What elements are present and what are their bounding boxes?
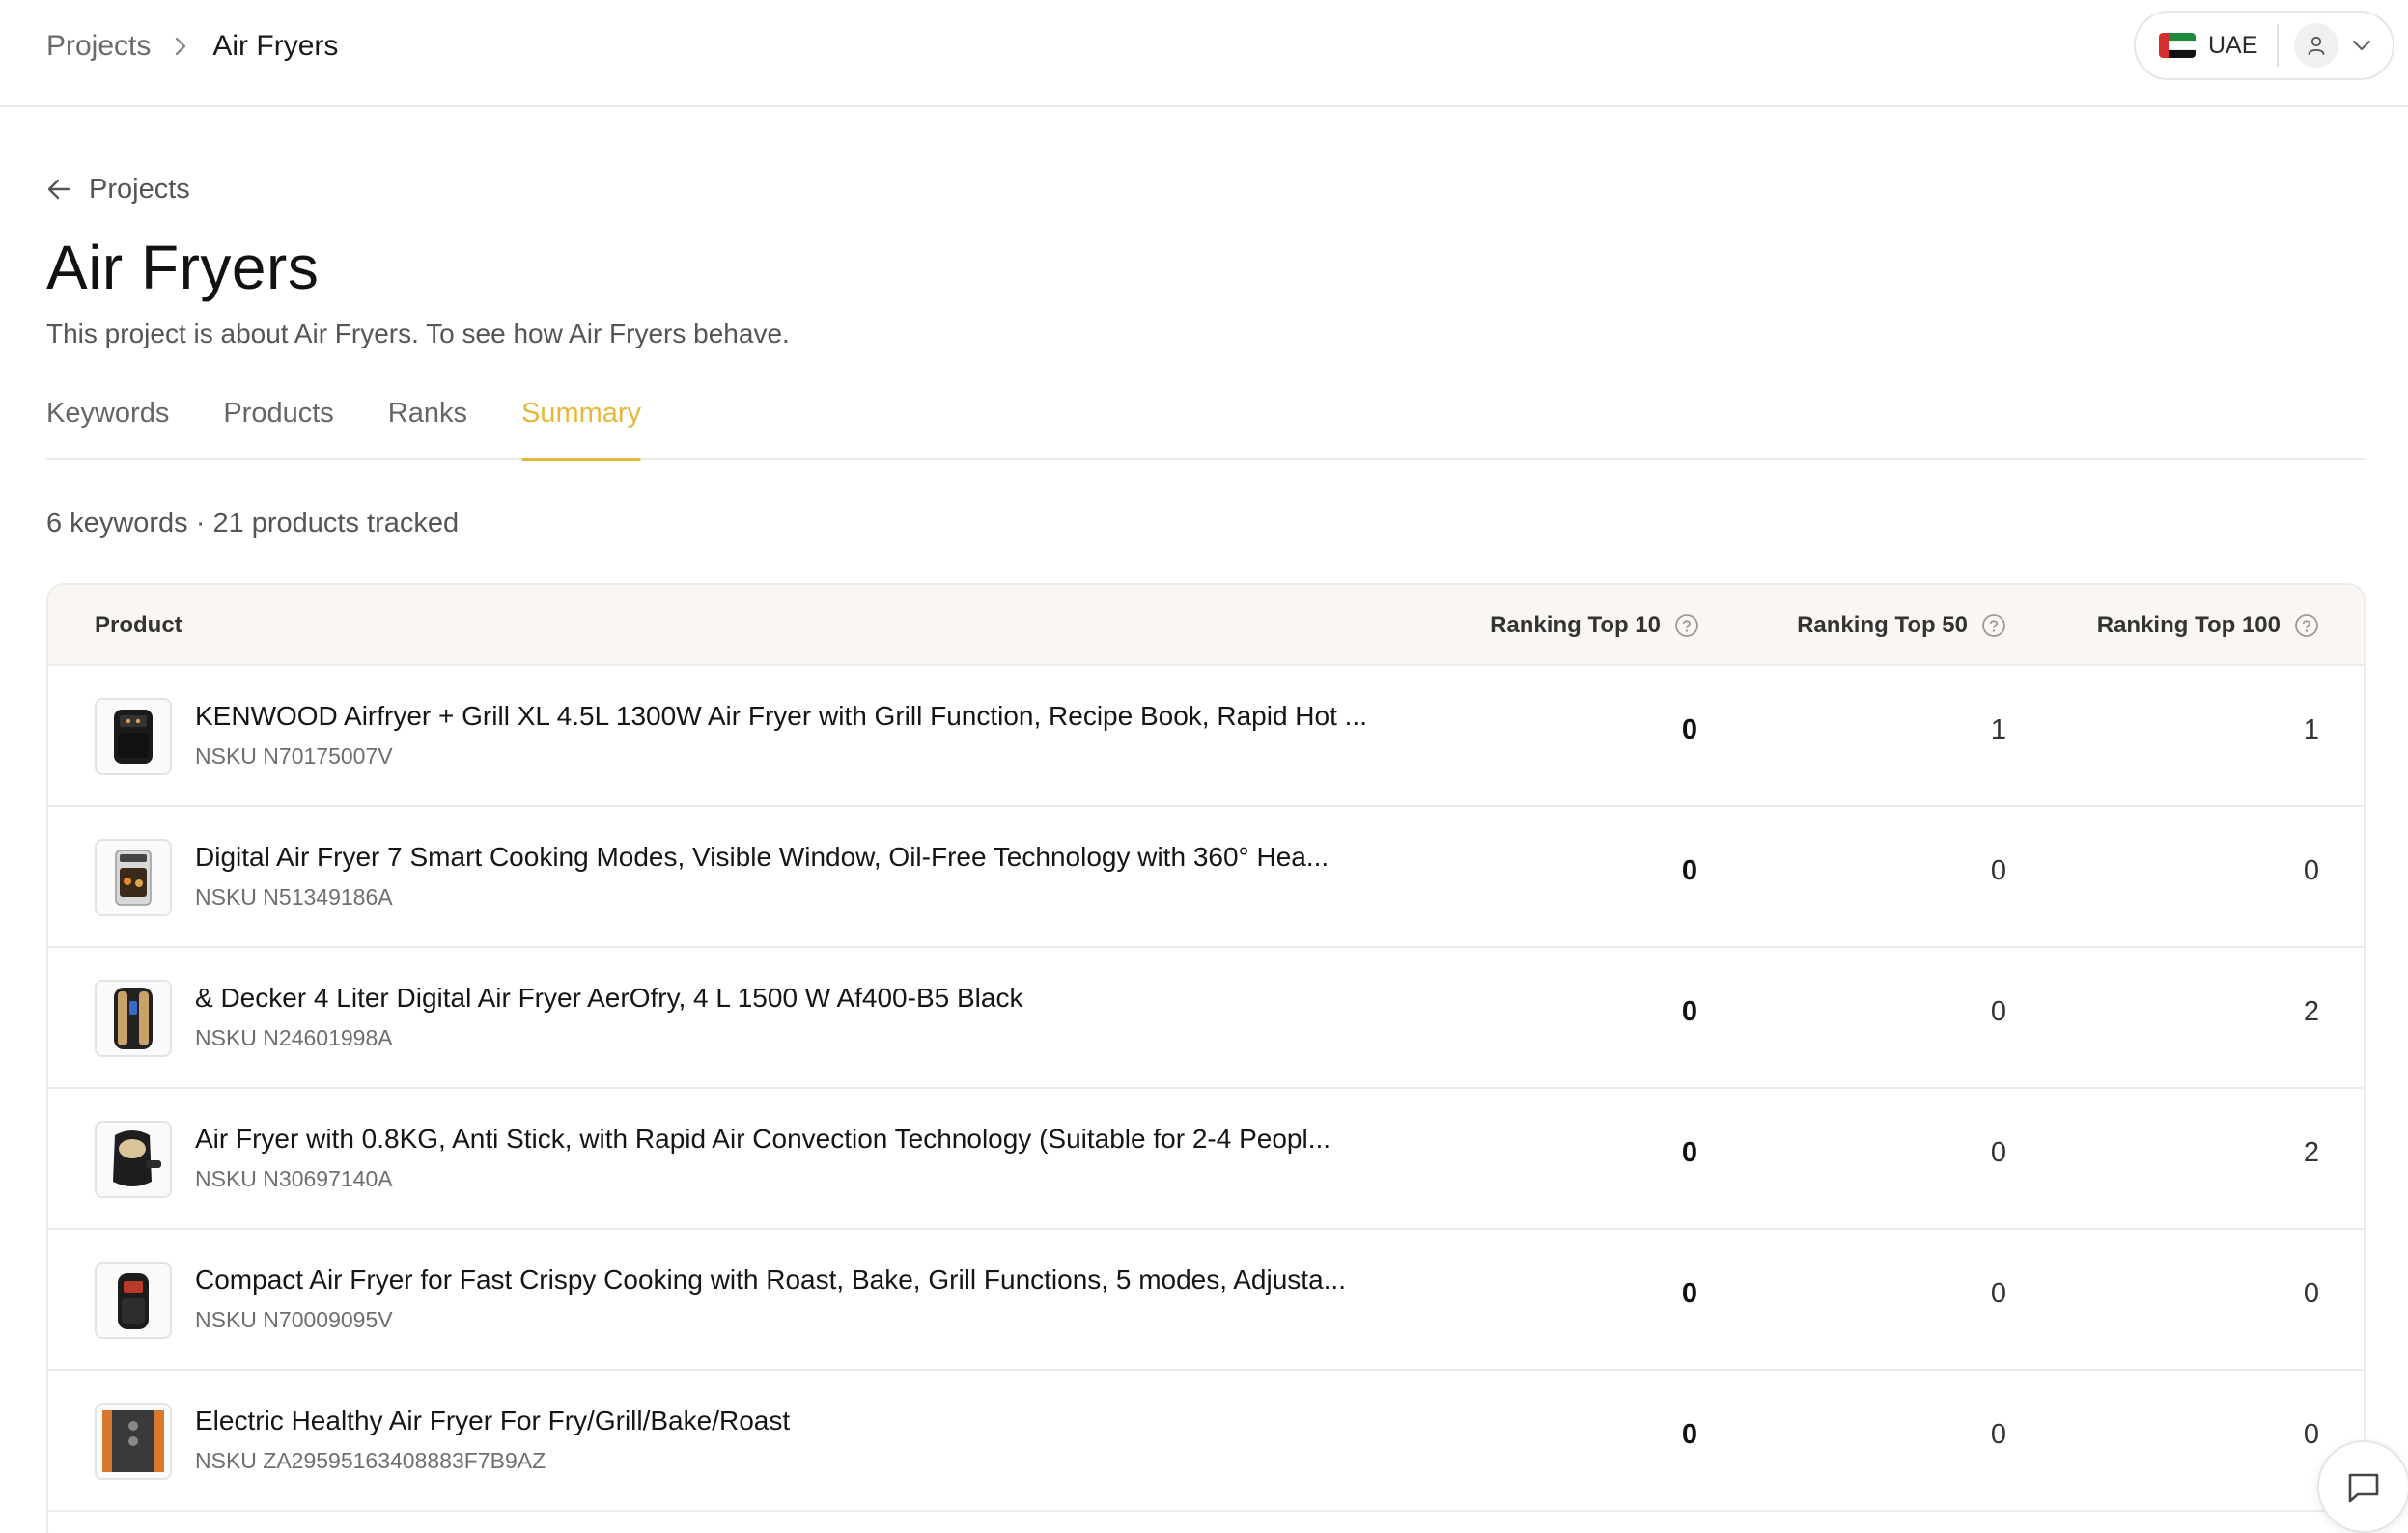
product-name[interactable]: KENWOOD Airfryer + Grill XL 4.5L 1300W A… (195, 701, 1450, 732)
product-sku: NSKU N30697140A (195, 1166, 393, 1191)
column-header-top10: Ranking Top 10 (1490, 585, 1699, 666)
ranking-top10-value: 0 (1681, 1137, 1697, 1168)
ranking-top50-value: 0 (1990, 996, 2006, 1027)
tab-summary[interactable]: Summary (520, 388, 642, 461)
table-row[interactable]: Air Fryer with 0.8KG, Anti Stick, with R… (48, 1089, 2364, 1230)
column-header-top100: Ranking Top 100 (2097, 585, 2319, 666)
user-menu-button[interactable] (2279, 23, 2371, 68)
column-header-top50: Ranking Top 50 (1797, 585, 2006, 666)
chevron-right-icon (174, 36, 187, 57)
product-name[interactable]: Electric Healthy Air Fryer For Fry/Grill… (195, 1406, 1450, 1436)
table-row[interactable]: Electric Healthy Air Fryer For Fry/Grill… (48, 1371, 2364, 1512)
help-icon[interactable] (1674, 613, 1699, 638)
ranking-top10-value: 0 (1681, 996, 1697, 1027)
chevron-down-icon (2352, 40, 2371, 51)
chat-support-button[interactable] (2317, 1440, 2408, 1533)
ranking-top50-value: 1 (1990, 714, 2006, 745)
chat-icon (2348, 1473, 2379, 1503)
product-sku: NSKU ZA29595163408883F7B9AZ (195, 1448, 546, 1473)
country-label: UAE (2208, 31, 2258, 59)
column-header-top100-label: Ranking Top 100 (2096, 612, 2281, 638)
product-thumbnail (95, 980, 172, 1057)
product-sku: NSKU N70009095V (195, 1307, 393, 1332)
uae-flag-icon (2159, 33, 2196, 58)
table-row[interactable]: & Decker 4 Liter Digital Air Fryer AerOf… (48, 948, 2364, 1089)
table-row[interactable]: Compact Air Fryer for Fast Crispy Cookin… (48, 1230, 2364, 1371)
product-thumbnail (95, 839, 172, 916)
ranking-top10-value: 0 (1681, 1419, 1697, 1450)
tab-products[interactable]: Products (223, 388, 333, 460)
tab-bar: Keywords Products Ranks Summary (46, 388, 2366, 461)
table-row[interactable]: Digital Air Fryer 7 Smart Cooking Modes,… (48, 807, 2364, 948)
arrow-left-icon (47, 179, 70, 200)
tracked-count: 6 keywords · 21 products tracked (46, 508, 460, 539)
product-name[interactable]: Air Fryer with 0.8KG, Anti Stick, with R… (195, 1124, 1450, 1155)
ranking-top100-value: 1 (2303, 714, 2319, 745)
tab-ranks[interactable]: Ranks (388, 388, 467, 460)
back-link-label: Projects (89, 173, 190, 205)
product-thumbnail (95, 698, 172, 775)
product-name[interactable]: Compact Air Fryer for Fast Crispy Cookin… (195, 1265, 1450, 1296)
ranking-top50-value: 0 (1990, 1419, 2006, 1450)
project-description: This project is about Air Fryers. To see… (46, 319, 790, 348)
page-title: Air Fryers (46, 233, 320, 302)
ranking-top10-value: 0 (1681, 714, 1697, 745)
product-thumbnail (95, 1121, 172, 1198)
breadcrumb-projects-link[interactable]: Projects (46, 30, 151, 63)
account-controls: UAE (2134, 11, 2394, 80)
back-to-projects-link[interactable]: Projects (46, 170, 190, 209)
column-header-product: Product (95, 612, 182, 638)
table-row[interactable]: KENWOOD Airfryer + Grill XL 4.5L 1300W A… (48, 666, 2364, 807)
table-header: Product Ranking Top 10 Ranking Top 50 Ra… (48, 585, 2364, 666)
ranking-top100-value: 2 (2303, 996, 2319, 1027)
tab-keywords[interactable]: Keywords (46, 388, 169, 460)
ranking-top50-value: 0 (1990, 1278, 2006, 1309)
product-sku: NSKU N51349186A (195, 884, 393, 909)
column-header-top50-label: Ranking Top 50 (1797, 612, 1968, 638)
ranking-top100-value: 0 (2303, 855, 2319, 886)
product-thumbnail (95, 1262, 172, 1339)
ranking-top10-value: 0 (1681, 1278, 1697, 1309)
country-selector[interactable]: UAE (2136, 13, 2257, 78)
ranking-top100-value: 2 (2303, 1137, 2319, 1168)
help-icon[interactable] (1981, 613, 2006, 638)
ranking-top50-value: 0 (1990, 1137, 2006, 1168)
summary-table: Product Ranking Top 10 Ranking Top 50 Ra… (46, 583, 2366, 1533)
product-name[interactable]: Digital Air Fryer 7 Smart Cooking Modes,… (195, 842, 1450, 873)
ranking-top10-value: 0 (1681, 855, 1697, 886)
ranking-top100-value: 0 (2303, 1278, 2319, 1309)
product-sku: NSKU N24601998A (195, 1025, 393, 1050)
column-header-top10-label: Ranking Top 10 (1490, 612, 1661, 638)
product-sku: NSKU N70175007V (195, 743, 393, 768)
breadcrumb: Projects Air Fryers (46, 27, 338, 66)
top-bar: Projects Air Fryers UAE (0, 0, 2408, 107)
product-name[interactable]: & Decker 4 Liter Digital Air Fryer AerOf… (195, 983, 1450, 1014)
ranking-top50-value: 0 (1990, 855, 2006, 886)
help-icon[interactable] (2294, 613, 2319, 638)
product-thumbnail (95, 1403, 172, 1480)
breadcrumb-current: Air Fryers (212, 30, 339, 62)
ranking-top100-value: 0 (2303, 1419, 2319, 1450)
user-icon (2294, 23, 2339, 68)
